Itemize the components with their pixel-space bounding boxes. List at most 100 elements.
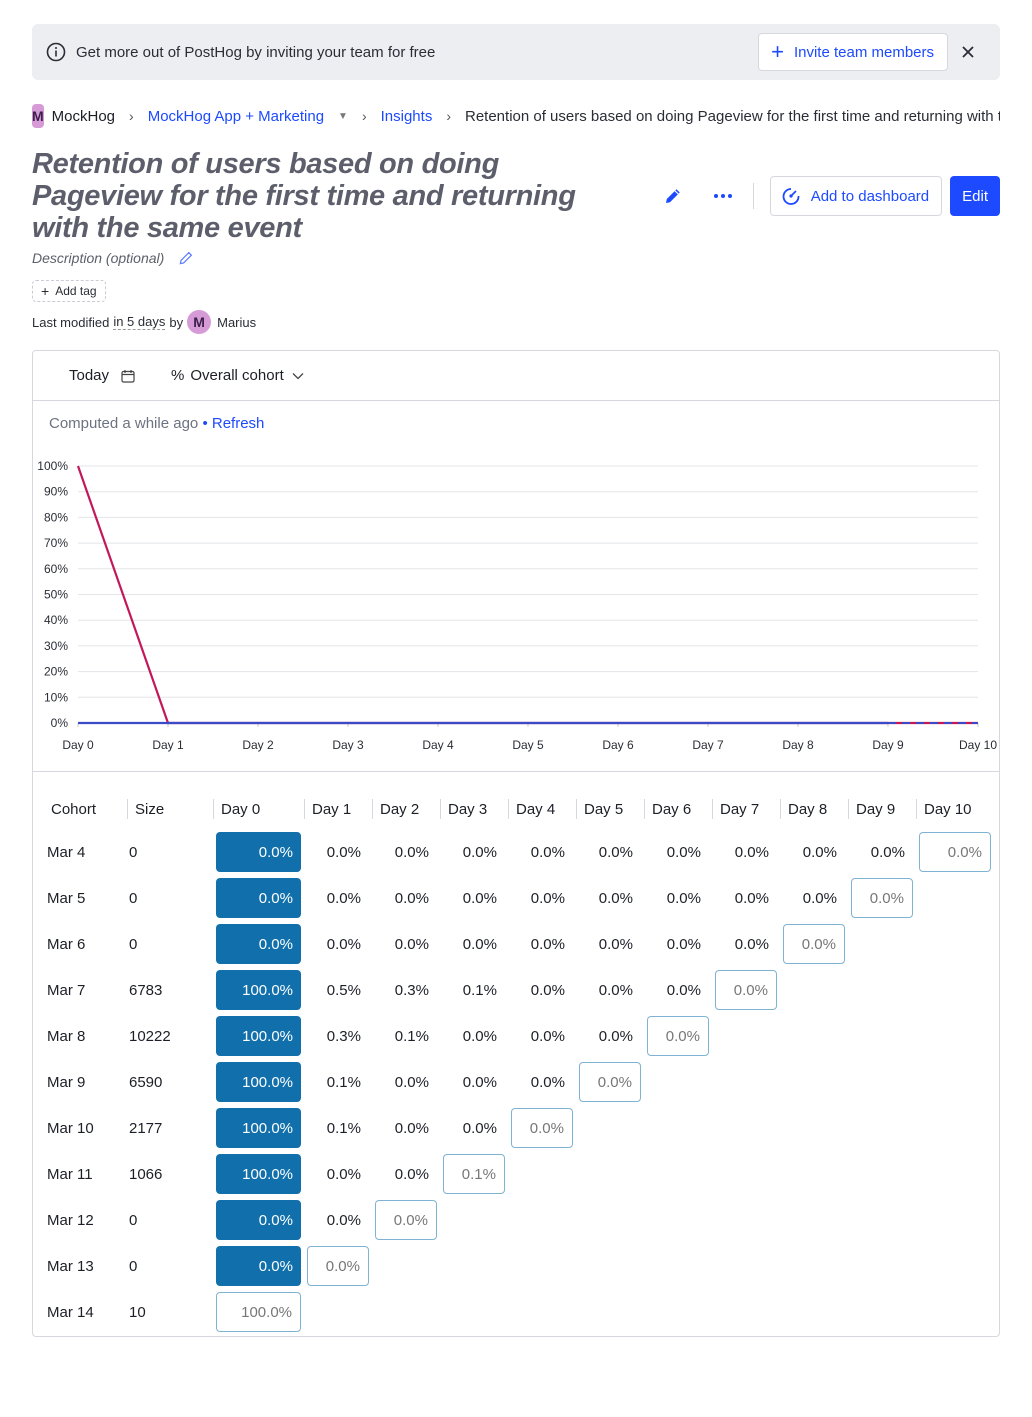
invite-banner: Get more out of PostHog by inviting your…	[32, 24, 1000, 80]
table-row[interactable]: Mar 7 6783 100.0% 0.5% 0.3% 0.1% 0.0% 0.0% 0.0% 0…	[43, 967, 994, 1013]
add-to-dashboard-button[interactable]: Add to dashboard	[769, 176, 943, 216]
cohort-label: Mar 5	[47, 889, 86, 907]
date-filter[interactable]: Today	[59, 361, 145, 390]
retention-cell: 0.0%	[462, 935, 497, 953]
breadcrumb-insights[interactable]: Insights	[381, 108, 433, 125]
add-tag-label: Add tag	[55, 284, 97, 298]
retention-cell: 0.1%	[462, 981, 497, 999]
retention-cell: 0.0%	[462, 889, 497, 907]
retention-cell: 0.0%	[734, 843, 769, 861]
last-modified: Last modified in 5 days by M Marius	[32, 310, 256, 334]
retention-cell: 0.0%	[394, 889, 429, 907]
retention-cell: 0.0%	[530, 843, 565, 861]
info-icon	[46, 42, 66, 62]
table-row[interactable]: Mar 6 0 0.0% 0.0% 0.0% 0.0% 0.0% 0.0% 0.0% 0.0% 0.…	[43, 921, 994, 967]
retention-cell: 0.0%	[666, 843, 701, 861]
retention-chart: 0% 10% 20% 30% 40% 50% 60% 70% 80% 90% 100% Day 0 Da…	[33, 451, 999, 771]
table-row[interactable]: Mar 8 10222 100.0% 0.3% 0.1% 0.0% 0.0% 0.0% 0.0%	[43, 1013, 994, 1059]
y-tick-label: 90%	[44, 485, 68, 499]
x-tick-label: Day 6	[602, 738, 634, 752]
table-row[interactable]: Mar 9 6590 100.0% 0.1% 0.0% 0.0% 0.0% 0.0%	[43, 1059, 994, 1105]
column-header: Cohort	[51, 800, 97, 818]
chevron-right-icon: ›	[361, 108, 367, 124]
retention-cell: 0.0%	[598, 889, 633, 907]
column-header: Day 8	[780, 789, 848, 829]
retention-cell: 0.0%	[802, 889, 837, 907]
pencil-icon	[665, 189, 680, 203]
y-tick-label: 80%	[44, 510, 68, 524]
table-row[interactable]: Mar 14 10 100.0%	[43, 1289, 994, 1335]
pencil-icon	[179, 251, 193, 265]
cohort-size: 10222	[129, 1027, 171, 1045]
edit-button[interactable]: Edit	[950, 176, 1000, 216]
modified-time: in 5 days	[113, 314, 166, 330]
x-tick-label: Day 3	[332, 738, 364, 752]
retention-cell: 0.1%	[326, 1073, 361, 1091]
close-icon[interactable]	[950, 34, 986, 70]
retention-cell: 0.0%	[579, 1062, 641, 1102]
retention-cell: 0.0%	[462, 1027, 497, 1045]
cohort-label: Mar 9	[47, 1073, 86, 1091]
table-row[interactable]: Mar 4 0 0.0% 0.0% 0.0% 0.0% 0.0% 0.0% 0.0% 0.0% 0.…	[43, 829, 994, 875]
divider	[752, 183, 754, 209]
breadcrumb-project[interactable]: MockHog App + Marketing	[148, 108, 324, 125]
retention-cell: 0.0%	[851, 878, 913, 918]
caret-down-icon[interactable]: ▼	[338, 111, 348, 122]
retention-cell: 100.0%	[216, 1108, 301, 1148]
more-button[interactable]	[703, 176, 743, 216]
more-icon	[713, 194, 732, 198]
retention-cell: 100.0%	[216, 1016, 301, 1056]
retention-mode-select[interactable]: % Overall cohort	[167, 361, 308, 390]
page-title[interactable]: Retention of users based on doing Pagevi…	[32, 148, 632, 244]
retention-cell: 0.0%	[598, 935, 633, 953]
description-field[interactable]: Description (optional)	[32, 250, 194, 266]
add-to-dashboard-label: Add to dashboard	[810, 187, 930, 205]
y-tick-label: 10%	[44, 690, 68, 704]
title-actions: Add to dashboard Edit	[653, 176, 1000, 216]
retention-cell: 100.0%	[216, 970, 301, 1010]
y-tick-label: 40%	[44, 613, 68, 627]
y-tick-label: 50%	[44, 588, 68, 602]
retention-cell: 0.0%	[216, 1246, 301, 1286]
retention-cell: 0.0%	[530, 1073, 565, 1091]
column-header: Day 5	[576, 789, 644, 829]
cohort-size: 0	[129, 843, 138, 861]
retention-cell: 0.0%	[919, 832, 991, 872]
retention-cell: 0.0%	[598, 843, 633, 861]
invite-team-button[interactable]: + Invite team members	[758, 33, 948, 71]
retention-cell: 0.0%	[216, 924, 301, 964]
cohort-size: 0	[129, 1211, 138, 1229]
edit-title-button[interactable]	[653, 176, 693, 216]
chevron-down-icon	[292, 372, 304, 379]
cohort-size: 0	[129, 1257, 138, 1275]
cohort-size: 10	[129, 1303, 146, 1321]
retention-cell: 0.0%	[647, 1016, 709, 1056]
retention-cell: 100.0%	[216, 1292, 301, 1332]
retention-cell: 0.0%	[666, 935, 701, 953]
retention-cell: 0.0%	[802, 843, 837, 861]
x-tick-label: Day 5	[512, 738, 544, 752]
add-tag-button[interactable]: + Add tag	[32, 280, 106, 302]
refresh-link[interactable]: Refresh	[212, 415, 265, 432]
column-header: Day 9	[848, 789, 916, 829]
cohort-label: Mar 12	[47, 1211, 94, 1229]
table-row[interactable]: Mar 10 2177 100.0% 0.1% 0.0% 0.0% 0.0%	[43, 1105, 994, 1151]
retention-cell: 0.5%	[326, 981, 361, 999]
y-tick-label: 0%	[51, 716, 69, 730]
retention-cell: 0.3%	[326, 1027, 361, 1045]
retention-cell: 0.0%	[666, 981, 701, 999]
cohort-label: Mar 8	[47, 1027, 86, 1045]
retention-mode-label: Overall cohort	[190, 367, 284, 384]
cohort-size: 1066	[129, 1165, 163, 1183]
retention-cell: 0.1%	[326, 1119, 361, 1137]
table-row[interactable]: Mar 5 0 0.0% 0.0% 0.0% 0.0% 0.0% 0.0% 0.0% 0.0% 0.…	[43, 875, 994, 921]
table-row[interactable]: Mar 11 1066 100.0% 0.0% 0.0% 0.1%	[43, 1151, 994, 1197]
table-row[interactable]: Mar 12 0 0.0% 0.0% 0.0%	[43, 1197, 994, 1243]
column-header: Day 3	[440, 789, 508, 829]
breadcrumb-current: Retention of users based on doing Pagevi…	[465, 107, 1000, 125]
retention-cell: 0.0%	[666, 889, 701, 907]
x-tick-label: Day 7	[692, 738, 724, 752]
breadcrumb-org[interactable]: MockHog	[52, 108, 115, 125]
retention-cell: 0.0%	[216, 878, 301, 918]
table-row[interactable]: Mar 13 0 0.0% 0.0%	[43, 1243, 994, 1289]
